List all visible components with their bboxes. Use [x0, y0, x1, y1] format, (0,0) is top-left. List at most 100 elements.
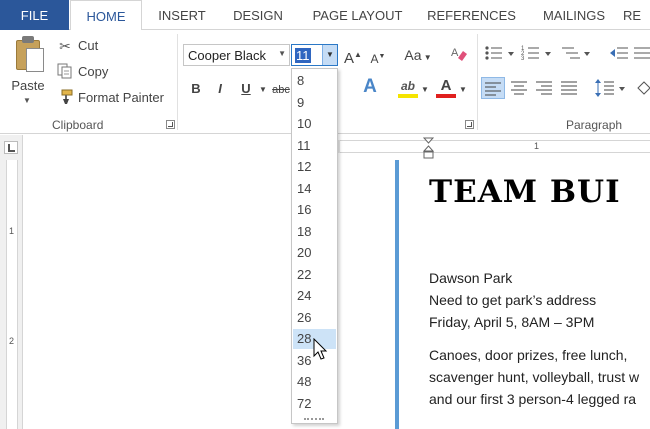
font-size-option[interactable]: 14 [293, 179, 336, 199]
font-size-option[interactable]: 16 [293, 200, 336, 220]
document-line: Need to get park’s address [429, 292, 597, 308]
increase-indent-icon [634, 47, 650, 59]
chevron-down-icon[interactable]: ▼ [278, 49, 286, 58]
underline-button[interactable]: U [238, 80, 254, 98]
tab-review[interactable]: RE [623, 0, 650, 30]
font-size-option[interactable]: 48 [293, 372, 336, 392]
group-divider [177, 34, 178, 130]
tab-selector-icon[interactable] [4, 141, 18, 154]
italic-button[interactable]: I [214, 80, 226, 98]
clipboard-group-label: Clipboard [52, 118, 104, 132]
font-size-option[interactable]: 11 [293, 136, 336, 156]
group-divider [477, 34, 478, 130]
shrink-font-icon: A [370, 52, 379, 66]
clear-formatting-button[interactable]: A [449, 44, 469, 66]
paste-dropdown-icon[interactable]: ▼ [23, 96, 31, 105]
line-spacing-button[interactable] [594, 78, 630, 98]
resize-grip-icon[interactable] [304, 418, 324, 420]
copy-button[interactable]: Copy [56, 62, 126, 82]
indent-marker-icon[interactable] [422, 137, 435, 160]
font-size-dropdown-icon[interactable]: ▼ [322, 45, 337, 65]
font-size-option[interactable]: 18 [293, 222, 336, 242]
format-painter-label: Format Painter [78, 90, 164, 105]
underline-dropdown-icon[interactable]: ▼ [258, 81, 268, 99]
line-spacing-icon [595, 79, 625, 97]
scissors-icon: ✂ [59, 38, 71, 54]
vertical-ruler-number: 1 [9, 226, 15, 236]
paragraph-group-label: Paragraph [566, 118, 623, 132]
page-left-area [24, 160, 395, 429]
font-size-option[interactable]: 22 [293, 265, 336, 285]
change-case-icon: Aa [404, 47, 422, 63]
tab-home[interactable]: HOME [70, 0, 142, 31]
font-size-option[interactable]: 26 [293, 308, 336, 328]
justify-button[interactable] [558, 78, 580, 98]
font-size-option[interactable]: 24 [293, 286, 336, 306]
font-size-option[interactable]: 8 [293, 71, 336, 91]
svg-text:3: 3 [521, 56, 525, 62]
font-name-box[interactable]: Cooper Black ▼ [183, 44, 290, 66]
change-case-button[interactable]: Aa ▼ [401, 46, 435, 67]
bold-button[interactable]: B [189, 80, 203, 98]
align-left-button[interactable] [481, 77, 505, 99]
vertical-ruler-number: 2 [9, 336, 15, 346]
tab-mailings[interactable]: MAILINGS [530, 0, 618, 30]
align-center-button[interactable] [508, 78, 530, 98]
document-line: and our first 3 person-4 legged ra [429, 391, 637, 407]
font-size-option[interactable]: 72 [293, 394, 336, 414]
bullets-icon [485, 46, 514, 60]
font-launcher-icon[interactable] [465, 120, 474, 129]
highlighter-icon: ab [400, 79, 415, 93]
align-left-icon [485, 82, 501, 96]
shrink-font-button[interactable]: A▼ [370, 48, 386, 68]
increase-indent-button[interactable] [632, 44, 650, 66]
cut-button[interactable]: ✂ Cut [56, 36, 116, 56]
shading-button[interactable] [636, 78, 650, 98]
font-size-option[interactable]: 9 [293, 93, 336, 113]
font-name-value: Cooper Black [188, 48, 267, 63]
strikethrough-button[interactable]: abc [272, 81, 290, 99]
mouse-pointer-icon [313, 337, 329, 362]
format-painter-button[interactable]: Format Painter [56, 88, 171, 108]
paintbrush-icon [56, 89, 74, 107]
cut-label: Cut [78, 38, 99, 53]
document-page[interactable]: TEAM BUI Dawson Park Need to get park’s … [399, 160, 650, 429]
vertical-ruler[interactable]: 1 2 [6, 160, 18, 429]
paper-icon [26, 48, 44, 72]
justify-icon [561, 81, 577, 95]
font-size-option[interactable]: 12 [293, 157, 336, 177]
tab-page-layout[interactable]: PAGE LAYOUT [300, 0, 415, 30]
multilevel-list-button[interactable] [560, 44, 594, 66]
highlight-button[interactable]: ab [398, 76, 418, 98]
bullets-button[interactable] [484, 44, 518, 66]
numbering-button[interactable]: 123 [521, 44, 555, 66]
tab-references[interactable]: REFERENCES [420, 0, 523, 30]
font-color-icon: A [440, 77, 452, 94]
document-line: scavenger hunt, volleyball, trust w [429, 369, 640, 385]
ribbon-tab-bar: FILE HOME INSERT DESIGN PAGE LAYOUT REFE… [0, 0, 650, 31]
font-size-value: 11 [295, 48, 311, 63]
horizontal-ruler[interactable]: 1 [340, 140, 650, 153]
text-effects-button[interactable]: A [361, 77, 379, 96]
highlight-dropdown-icon[interactable]: ▼ [420, 81, 430, 99]
tab-insert[interactable]: INSERT [147, 0, 217, 30]
copy-icon [56, 63, 74, 81]
paste-button[interactable]: Paste ▼ [6, 34, 50, 112]
font-size-option[interactable]: 10 [293, 114, 336, 134]
font-color-swatch [436, 94, 456, 98]
tab-design[interactable]: DESIGN [223, 0, 293, 30]
align-center-icon [511, 81, 527, 95]
decrease-indent-button[interactable] [608, 44, 630, 66]
clipboard-launcher-icon[interactable] [166, 120, 175, 129]
font-size-option[interactable]: 20 [293, 243, 336, 263]
font-color-button[interactable]: A [436, 76, 456, 98]
align-right-button[interactable] [533, 78, 555, 98]
font-size-box[interactable]: 11 ▼ [291, 44, 338, 66]
font-color-dropdown-icon[interactable]: ▼ [458, 81, 468, 99]
font-size-dropdown-list: 8 9 10 11 12 14 16 18 20 22 24 26 28 36 … [291, 68, 338, 424]
align-right-icon [536, 81, 552, 95]
tab-file[interactable]: FILE [0, 0, 69, 30]
grow-font-button[interactable]: A▲ [344, 46, 362, 68]
grow-font-icon: A [344, 50, 355, 67]
highlight-color-swatch [398, 94, 418, 98]
